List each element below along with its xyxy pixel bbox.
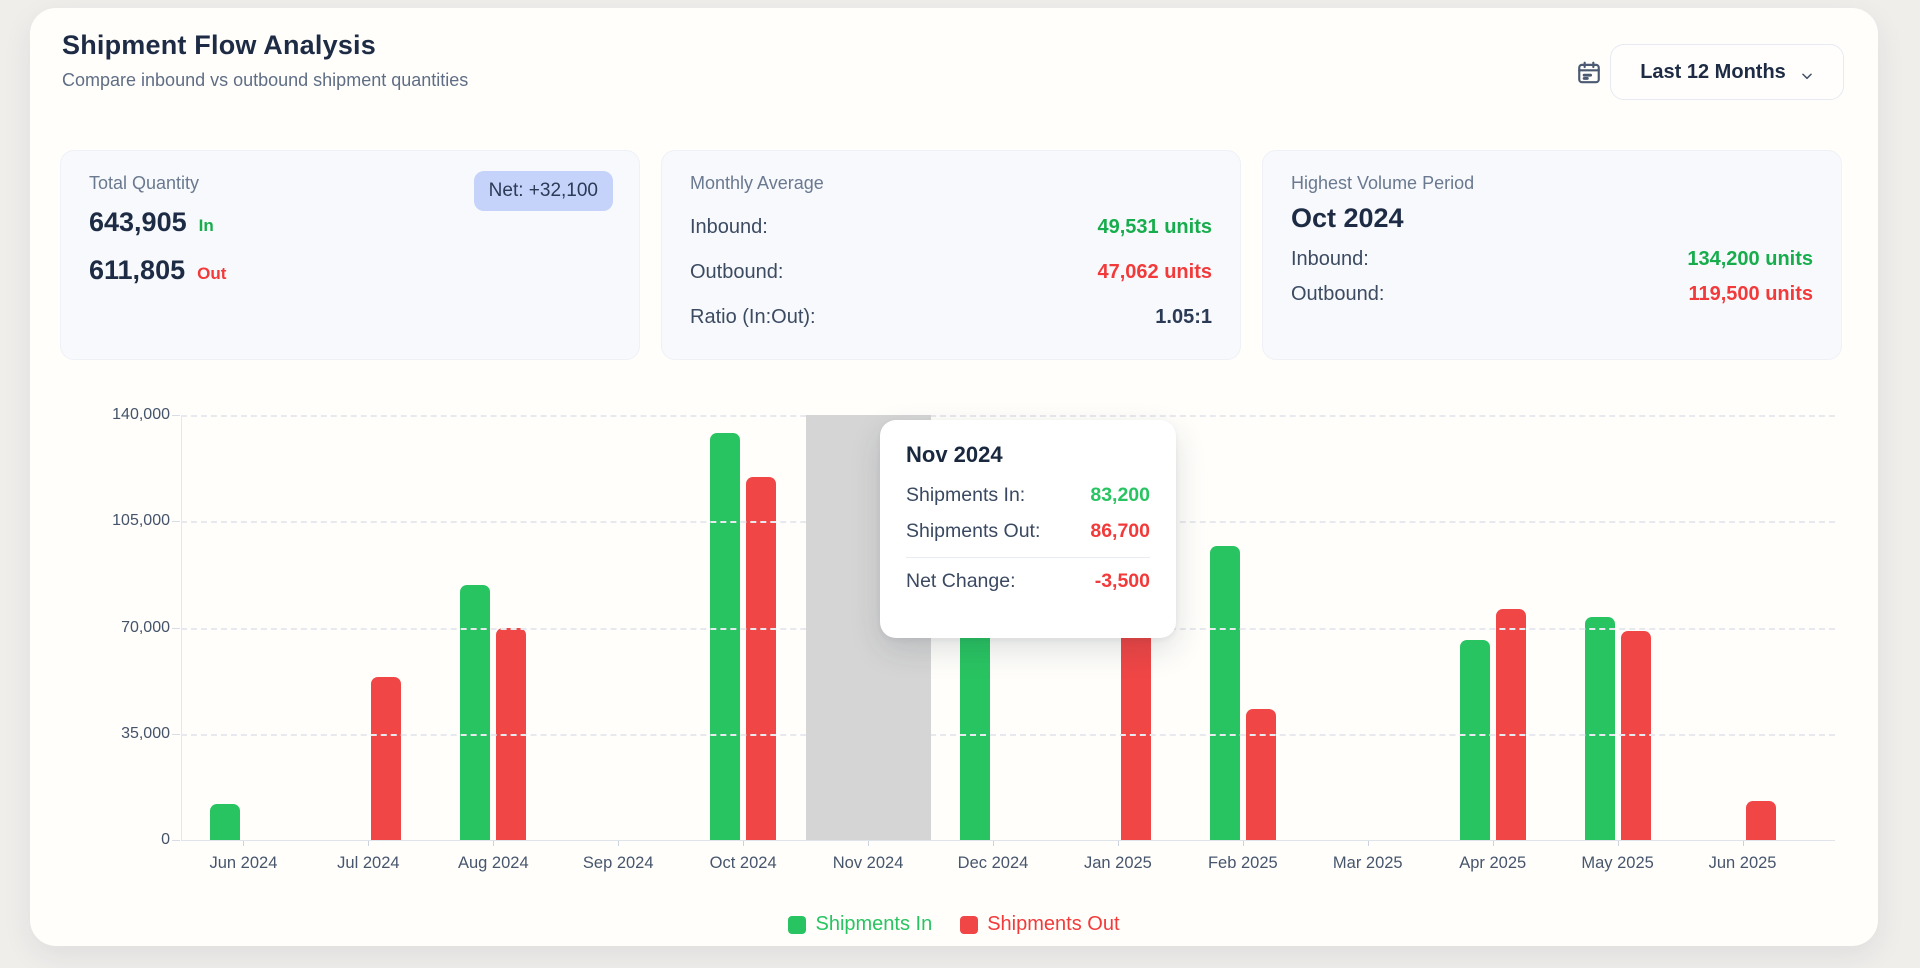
x-axis-label-Dec-2024: Dec 2024 bbox=[933, 854, 1053, 873]
gridline-0 bbox=[181, 840, 1835, 841]
x-axis-label-Aug-2024: Aug 2024 bbox=[433, 854, 553, 873]
x-axis-label-Jan-2025: Jan 2025 bbox=[1058, 854, 1178, 873]
bar-shipments-out-Apr-2025[interactable] bbox=[1496, 609, 1526, 840]
bar-shipments-in-May-2025[interactable] bbox=[1585, 617, 1615, 840]
total-out-row: 611,805 Out bbox=[89, 248, 611, 296]
tooltip-out-row: Shipments Out: 86,700 bbox=[906, 520, 1150, 543]
row-value: 134,200 units bbox=[1687, 248, 1813, 271]
bar-shipments-in-Jun-2024[interactable] bbox=[210, 804, 240, 840]
ratio-row: Ratio (In:Out): 1.05:1 bbox=[690, 306, 1212, 329]
tooltip-in-row: Shipments In: 83,200 bbox=[906, 484, 1150, 507]
time-range-select[interactable]: Last 12 Months bbox=[1610, 44, 1844, 100]
tooltip-net-row: Net Change: -3,500 bbox=[906, 570, 1150, 593]
shipment-flow-chart: Jun 2025 May 2025 Apr 2025 Mar 2025 Feb 2025… bbox=[30, 400, 1878, 880]
calendar-icon bbox=[1576, 60, 1602, 86]
legend-swatch-in bbox=[788, 916, 806, 934]
legend-label: Shipments In bbox=[815, 913, 932, 936]
row-value: 1.05:1 bbox=[1155, 306, 1212, 329]
in-suffix: In bbox=[199, 216, 214, 235]
x-axis-label-Oct-2024: Oct 2024 bbox=[683, 854, 803, 873]
y-tick-mark bbox=[172, 734, 180, 735]
total-out-value: 611,805 bbox=[89, 255, 185, 285]
bar-shipments-out-Jul-2024[interactable] bbox=[371, 677, 401, 840]
net-change-badge: Net: +32,100 bbox=[474, 171, 613, 211]
y-axis-label: 140,000 bbox=[90, 406, 170, 424]
tooltip-value: -3,500 bbox=[1095, 570, 1150, 593]
gridline-140,000 bbox=[181, 415, 1835, 417]
y-tick-mark bbox=[172, 415, 180, 416]
legend-item-shipments-out[interactable]: Shipments Out bbox=[960, 913, 1119, 936]
gridline-35,000 bbox=[181, 734, 1835, 736]
y-axis-label: 105,000 bbox=[90, 512, 170, 530]
legend-label: Shipments Out bbox=[987, 913, 1119, 936]
x-axis-label-Feb-2025: Feb 2025 bbox=[1183, 854, 1303, 873]
bar-shipments-out-Oct-2024[interactable] bbox=[746, 477, 776, 840]
time-range-value: Last 12 Months bbox=[1640, 61, 1786, 84]
card-label: Highest Volume Period bbox=[1291, 173, 1813, 194]
avg-outbound-row: Outbound: 47,062 units bbox=[690, 261, 1212, 284]
tooltip-value: 83,200 bbox=[1090, 484, 1150, 507]
chart-tooltip: Nov 2024 Shipments In: 83,200 Shipments … bbox=[880, 420, 1176, 638]
x-axis-label-Jul-2024: Jul 2024 bbox=[308, 854, 428, 873]
row-label: Inbound: bbox=[690, 216, 768, 239]
row-value: 49,531 units bbox=[1097, 216, 1212, 239]
x-axis-label-May-2025: May 2025 bbox=[1558, 854, 1678, 873]
card-label: Monthly Average bbox=[690, 173, 1212, 194]
total-in-value: 643,905 bbox=[89, 207, 187, 237]
x-axis-label-Apr-2025: Apr 2025 bbox=[1433, 854, 1553, 873]
total-quantity-card: Total Quantity 643,905In 611,805Out Net:… bbox=[60, 150, 640, 360]
peak-outbound-row: Outbound: 119,500 units bbox=[1291, 283, 1813, 306]
dashboard-panel: Shipment Flow Analysis Compare inbound v… bbox=[30, 8, 1878, 946]
bar-shipments-out-Jun-2025[interactable] bbox=[1746, 801, 1776, 840]
x-axis-label-Sep-2024: Sep 2024 bbox=[558, 854, 678, 873]
x-axis-label-Jun-2025: Jun 2025 bbox=[1683, 854, 1803, 873]
highest-volume-period: Oct 2024 bbox=[1291, 200, 1813, 236]
highest-volume-card: Highest Volume Period Oct 2024 Inbound: … bbox=[1262, 150, 1842, 360]
y-tick-mark bbox=[172, 840, 180, 841]
bar-shipments-in-Aug-2024[interactable] bbox=[460, 585, 490, 840]
page-subtitle: Compare inbound vs outbound shipment qua… bbox=[62, 70, 468, 91]
tooltip-divider bbox=[906, 557, 1150, 558]
y-axis-label: 0 bbox=[90, 831, 170, 849]
y-axis-label: 70,000 bbox=[90, 619, 170, 637]
y-tick-mark bbox=[172, 628, 180, 629]
bar-shipments-in-Feb-2025[interactable] bbox=[1210, 546, 1240, 840]
tooltip-label: Net Change: bbox=[906, 570, 1016, 593]
row-value: 119,500 units bbox=[1688, 283, 1813, 306]
row-label: Outbound: bbox=[690, 261, 783, 284]
tooltip-label: Shipments In: bbox=[906, 484, 1025, 507]
row-label: Ratio (In:Out): bbox=[690, 306, 816, 329]
page-title: Shipment Flow Analysis bbox=[62, 30, 376, 61]
chevron-down-icon bbox=[1800, 66, 1814, 80]
tooltip-value: 86,700 bbox=[1090, 520, 1150, 543]
x-axis-label-Jun-2024: Jun 2024 bbox=[183, 854, 303, 873]
legend-item-shipments-in[interactable]: Shipments In bbox=[788, 913, 932, 936]
bar-shipments-in-Apr-2025[interactable] bbox=[1460, 640, 1490, 840]
bar-shipments-in-Oct-2024[interactable] bbox=[710, 433, 740, 840]
summary-cards-row: Total Quantity 643,905In 611,805Out Net:… bbox=[60, 150, 1842, 360]
tooltip-title: Nov 2024 bbox=[906, 442, 1150, 468]
legend-swatch-out bbox=[960, 916, 978, 934]
y-axis-label: 35,000 bbox=[90, 725, 170, 743]
peak-inbound-row: Inbound: 134,200 units bbox=[1291, 248, 1813, 271]
avg-inbound-row: Inbound: 49,531 units bbox=[690, 216, 1212, 239]
y-tick-mark bbox=[172, 521, 180, 522]
row-label: Inbound: bbox=[1291, 248, 1369, 271]
out-suffix: Out bbox=[197, 264, 226, 283]
tooltip-label: Shipments Out: bbox=[906, 520, 1040, 543]
monthly-average-card: Monthly Average Inbound: 49,531 units Ou… bbox=[661, 150, 1241, 360]
row-label: Outbound: bbox=[1291, 283, 1384, 306]
x-axis-label-Mar-2025: Mar 2025 bbox=[1308, 854, 1428, 873]
chart-legend: Shipments In Shipments Out bbox=[30, 913, 1878, 936]
bar-shipments-out-Feb-2025[interactable] bbox=[1246, 709, 1276, 840]
x-axis-label-Nov-2024: Nov 2024 bbox=[808, 854, 928, 873]
row-value: 47,062 units bbox=[1097, 261, 1212, 284]
